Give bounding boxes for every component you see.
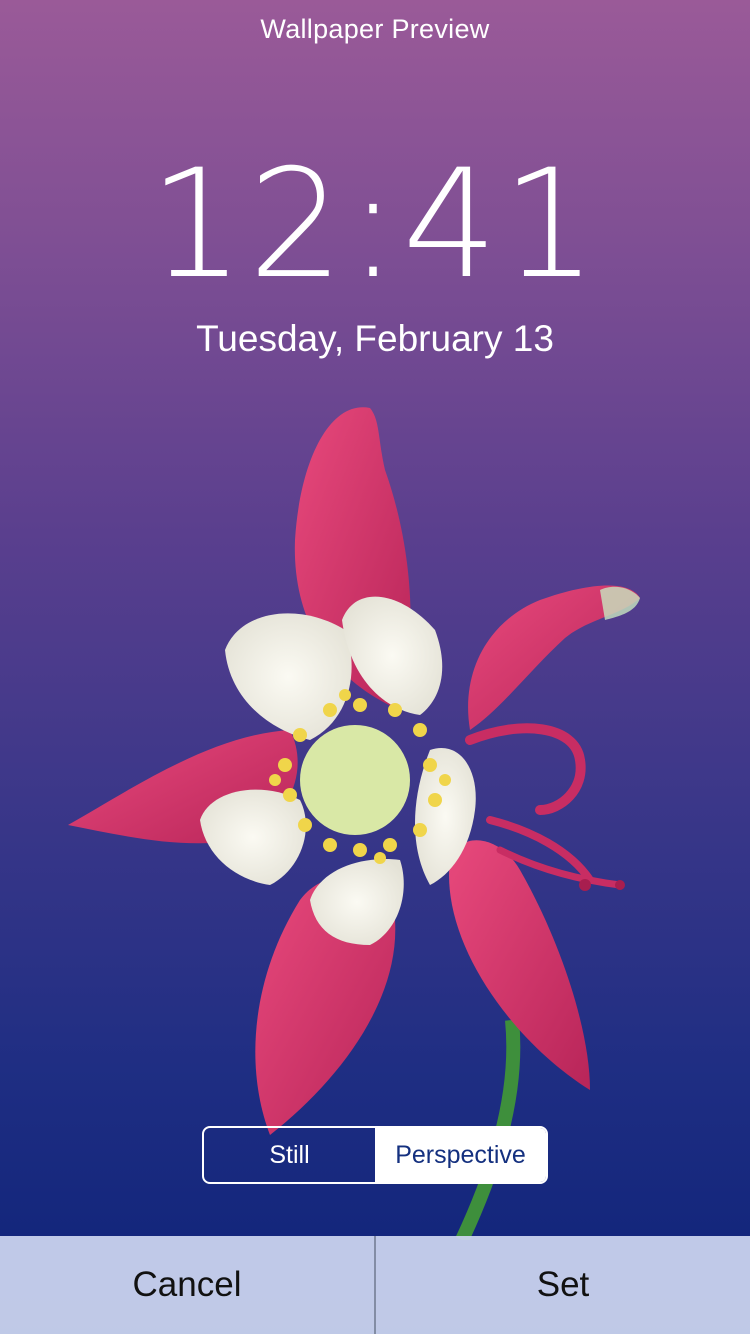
preview-title: Wallpaper Preview xyxy=(260,14,490,44)
mode-option-still[interactable]: Still xyxy=(204,1128,375,1182)
lockscreen-date: Tuesday, February 13 xyxy=(196,318,554,359)
action-bar: Cancel Set xyxy=(0,1236,750,1334)
columbine-flower-icon xyxy=(68,407,640,1243)
mode-option-perspective[interactable]: Perspective xyxy=(375,1128,546,1182)
wallpaper-mode-toggle[interactable]: Still Perspective xyxy=(202,1126,548,1184)
lockscreen-clock: 12:41 xyxy=(148,138,602,312)
cancel-button[interactable]: Cancel xyxy=(0,1236,374,1334)
wallpaper-flower-image xyxy=(0,380,750,1243)
set-button[interactable]: Set xyxy=(376,1236,750,1334)
